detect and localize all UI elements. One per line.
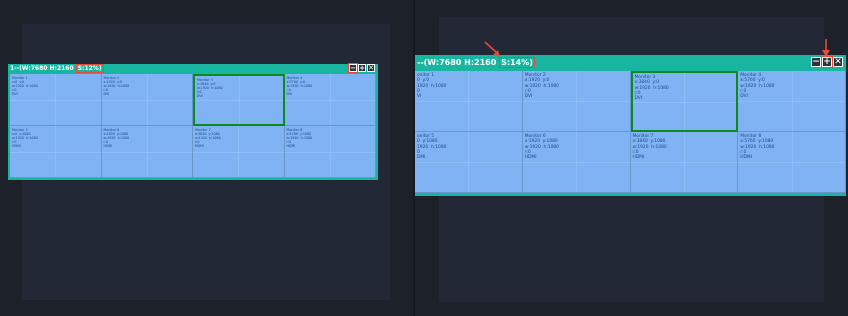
- monitor-label: onitor 5 0 y:1080 1920 h:1080 0 DMI: [417, 134, 447, 161]
- monitor-label: onitor 1 0 y:0 1920 h:1080 0 VI: [417, 73, 447, 100]
- close-button[interactable]: ✕: [833, 57, 843, 67]
- monitor-label: Monitor 4 x:5760 y:0 w:1920 h:1080 r:0 D…: [286, 76, 313, 96]
- monitor-label: Monitor 3 x:3840 y:0 w:1920 h:1080 r:0 D…: [634, 75, 669, 102]
- right-panel: --(W:7680 H:2160 S:14%) − + ✕ onitor 1 0…: [415, 0, 848, 316]
- zoom-in-button[interactable]: +: [358, 64, 366, 72]
- monitor-cell-6[interactable]: Monitor 6 x:1920 y:1080 w:1920 h:1080 r:…: [522, 132, 631, 193]
- monitor-label: Monitor 2 x:1920 y:0 w:1920 h:1080 r:0 D…: [103, 76, 130, 96]
- annotation-arrow-zoom-in: [822, 39, 830, 57]
- monitor-cell-5[interactable]: onitor 5 0 y:1080 1920 h:1080 0 DMI: [415, 132, 523, 193]
- monitor-label: Monitor 8 x:5760 y:1080 w:1920 h:1080 r:…: [740, 134, 775, 161]
- monitor-cell-7[interactable]: Monitor 7 x:3840 y:1080 w:1920 h:1080 r:…: [630, 132, 739, 193]
- scale-readout: S:12%): [75, 64, 104, 73]
- monitor-cell-8[interactable]: Monitor 8 x:5760 y:1080 w:1920 h:1080 r:…: [284, 126, 376, 178]
- monitor-label: Monitor 1 x:0 y:0 w:1920 h:1080 r:0 DVI: [12, 76, 38, 96]
- canvas-title: 1--(W:7680 H:2160: [10, 65, 76, 72]
- annotation-arrow-scale: [484, 41, 500, 57]
- monitor-label: Monitor 6 x:1920 y:1080 w:1920 h:1080 r:…: [103, 128, 130, 148]
- monitor-cell-1[interactable]: Monitor 1 x:0 y:0 w:1920 h:1080 r:0 DVI: [10, 74, 102, 126]
- monitor-label: Monitor 6 x:1920 y:1080 w:1920 h:1080 r:…: [524, 134, 559, 161]
- monitor-cell-1[interactable]: onitor 1 0 y:0 1920 h:1080 0 VI: [415, 71, 523, 132]
- scale-readout: S:14%): [499, 57, 535, 68]
- monitor-cell-4[interactable]: Monitor 4 x:5760 y:0 w:1920 h:1080 r:0 D…: [284, 74, 376, 126]
- canvas-title-bar[interactable]: --(W:7680 H:2160 S:14%): [415, 55, 846, 70]
- monitor-cell-3[interactable]: Monitor 3 x:3840 y:0 w:1920 h:1080 r:0 D…: [193, 74, 285, 126]
- zoom-in-button[interactable]: +: [821, 56, 833, 68]
- canvas-title-bar[interactable]: 1--(W:7680 H:2160 S:12%): [8, 64, 378, 73]
- zoom-out-button[interactable]: −: [811, 57, 821, 67]
- monitor-label: Monitor 3 x:3840 y:0 w:1920 h:1080 r:0 D…: [197, 78, 223, 98]
- monitor-grid: Monitor 1 x:0 y:0 w:1920 h:1080 r:0 DVI …: [10, 74, 376, 178]
- left-panel: 1--(W:7680 H:2160 S:12%) − + ✕ Monitor 1…: [0, 0, 415, 316]
- monitor-grid: onitor 1 0 y:0 1920 h:1080 0 VI Monitor …: [415, 71, 846, 193]
- monitor-label: Monitor 7 x:3840 y:1080 w:1920 h:1080 r:…: [632, 134, 667, 161]
- monitor-cell-4[interactable]: Monitor 4 x:5760 y:0 w:1920 h:1080 r:0 D…: [738, 71, 846, 132]
- window-controls: − + ✕: [348, 63, 375, 73]
- window-controls: − + ✕: [810, 56, 843, 68]
- monitor-cell-7[interactable]: Monitor 7 x:3840 y:1080 w:1920 h:1080 r:…: [193, 126, 285, 178]
- monitor-cell-3[interactable]: Monitor 3 x:3840 y:0 w:1920 h:1080 r:0 D…: [630, 71, 739, 132]
- monitor-label: Monitor 2 x:1920 y:0 w:1920 h:1080 r:0 D…: [524, 73, 559, 100]
- monitor-label: Monitor 7 x:3840 y:1080 w:1920 h:1080 r:…: [195, 128, 221, 148]
- monitor-label: Monitor 8 x:5760 y:1080 w:1920 h:1080 r:…: [286, 128, 313, 148]
- monitor-cell-5[interactable]: Monitor 5 x:0 y:1080 w:1920 h:1080 r:0 H…: [10, 126, 102, 178]
- close-button[interactable]: ✕: [367, 64, 375, 72]
- monitor-cell-8[interactable]: Monitor 8 x:5760 y:1080 w:1920 h:1080 r:…: [738, 132, 846, 193]
- monitor-cell-2[interactable]: Monitor 2 x:1920 y:0 w:1920 h:1080 r:0 D…: [522, 71, 631, 132]
- monitor-label: Monitor 4 x:5760 y:0 w:1920 h:1080 r:0 D…: [740, 73, 775, 100]
- video-wall-canvas[interactable]: 1--(W:7680 H:2160 S:12%) − + ✕ Monitor 1…: [8, 63, 378, 180]
- monitor-label: Monitor 5 x:0 y:1080 w:1920 h:1080 r:0 H…: [12, 128, 38, 148]
- monitor-cell-2[interactable]: Monitor 2 x:1920 y:0 w:1920 h:1080 r:0 D…: [101, 74, 193, 126]
- monitor-cell-6[interactable]: Monitor 6 x:1920 y:1080 w:1920 h:1080 r:…: [101, 126, 193, 178]
- video-wall-canvas[interactable]: --(W:7680 H:2160 S:14%) − + ✕ onitor 1 0…: [415, 55, 846, 196]
- zoom-out-button[interactable]: −: [348, 63, 358, 73]
